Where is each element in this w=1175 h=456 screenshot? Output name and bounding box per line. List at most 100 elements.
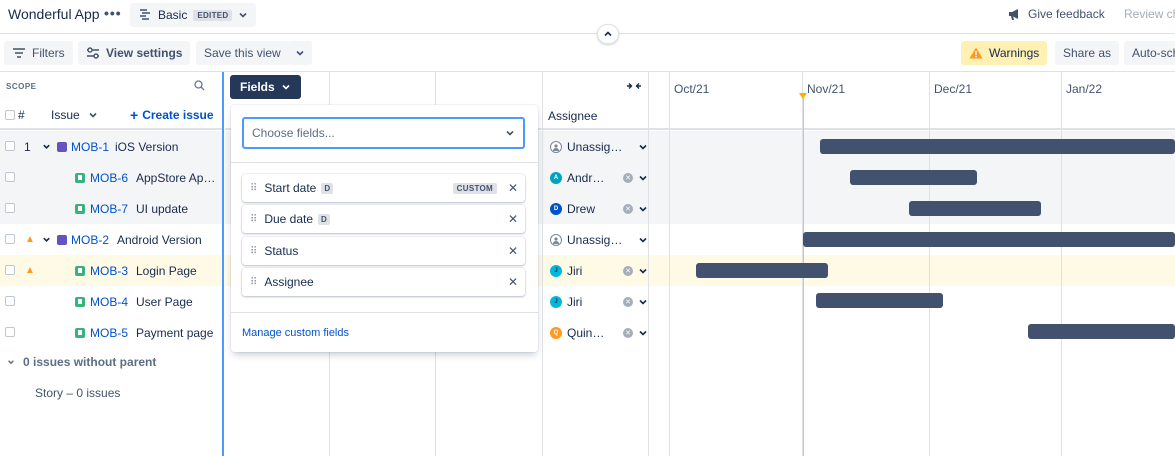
issue-summary: Payment page [136, 325, 214, 340]
view-settings-button[interactable]: View settings [78, 41, 191, 65]
chevron-down-icon[interactable] [638, 297, 648, 307]
row-checkbox[interactable] [5, 203, 15, 213]
field-item-status[interactable]: ⠿ Status ✕ [242, 237, 525, 265]
assignee-cell[interactable]: J Jiri ✕ [550, 286, 648, 317]
epic-icon [57, 141, 67, 152]
issue-key[interactable]: MOB-4 [90, 295, 128, 309]
assignee-cell[interactable]: D Drew ✕ [550, 193, 648, 224]
plan-view-selector[interactable]: Basic EDITED [130, 3, 257, 27]
chevron-down-icon [506, 130, 514, 136]
drag-handle-icon[interactable]: ⠿ [250, 183, 257, 194]
row-checkbox[interactable] [5, 234, 15, 244]
drag-handle-icon[interactable]: ⠿ [250, 277, 257, 288]
assignee-cell[interactable]: Unassig… [550, 131, 648, 162]
issue-key[interactable]: MOB-3 [90, 264, 128, 278]
table-row[interactable]: MOB-4 User Page [0, 286, 222, 317]
clear-icon[interactable]: ✕ [623, 203, 633, 214]
timeline-bar[interactable] [820, 139, 1175, 154]
issues-without-parent-toggle[interactable]: 0 issues without parent [7, 355, 156, 369]
table-row[interactable]: MOB-6 AppStore Ap… [0, 162, 222, 193]
timeline-bar[interactable] [909, 201, 1041, 216]
issue-key[interactable]: MOB-1 [71, 140, 109, 154]
assignee-cell[interactable]: A Andr… ✕ [550, 162, 648, 193]
clear-icon[interactable]: ✕ [623, 265, 633, 276]
issue-column-header[interactable]: Issue [51, 108, 98, 122]
manage-custom-fields-link[interactable]: Manage custom fields [242, 327, 349, 339]
issue-summary: Login Page [136, 263, 197, 278]
auto-schedule-button[interactable]: Auto-sch [1124, 41, 1175, 65]
issue-summary: Android Version [117, 232, 202, 247]
clear-icon[interactable]: ✕ [623, 296, 633, 307]
save-view-dropdown[interactable] [288, 41, 312, 65]
row-checkbox[interactable] [5, 141, 15, 151]
clear-icon[interactable]: ✕ [623, 327, 633, 338]
field-label: Due date [264, 212, 314, 226]
remove-field-icon[interactable]: ✕ [508, 275, 518, 289]
create-issue-button[interactable]: + Create issue [130, 108, 214, 122]
filters-button[interactable]: Filters [4, 41, 73, 65]
remove-field-icon[interactable]: ✕ [508, 212, 518, 226]
month-label: Jan/22 [1066, 82, 1103, 96]
table-row[interactable]: ▲ MOB-3 Login Page [0, 255, 222, 286]
search-icon[interactable] [194, 80, 205, 94]
issue-key[interactable]: MOB-7 [90, 202, 128, 216]
chevron-down-icon[interactable] [42, 142, 51, 151]
give-feedback-button[interactable]: Give feedback [1008, 7, 1105, 21]
chevron-down-icon[interactable] [638, 266, 648, 276]
timeline-bar[interactable] [850, 170, 977, 185]
field-item-assignee[interactable]: ⠿ Assignee ✕ [242, 268, 525, 296]
field-item-start-date[interactable]: ⠿ Start date D CUSTOM ✕ [242, 174, 525, 202]
chevron-down-icon[interactable] [638, 173, 648, 183]
chevron-down-icon[interactable] [638, 235, 648, 245]
field-item-due-date[interactable]: ⠿ Due date D ✕ [242, 205, 525, 233]
chevron-down-icon[interactable] [638, 204, 648, 214]
chevron-down-icon[interactable] [42, 235, 51, 244]
collapse-header-button[interactable] [597, 24, 619, 44]
row-checkbox[interactable] [5, 172, 15, 182]
scope-panel: SCOPE # Issue + Create issue 1 MOB-1 iOS… [0, 72, 224, 456]
more-options-icon[interactable]: ••• [104, 5, 122, 21]
avatar: A [550, 171, 562, 184]
issue-key[interactable]: MOB-2 [71, 233, 109, 247]
row-checkbox[interactable] [5, 327, 15, 337]
chevron-down-icon[interactable] [638, 142, 648, 152]
issue-key[interactable]: MOB-6 [90, 171, 128, 185]
share-as-button[interactable]: Share as [1055, 41, 1120, 65]
assignee-cell[interactable]: Q Quin… ✕ [550, 317, 648, 348]
plus-icon: + [130, 107, 139, 123]
assignee-cell[interactable]: Unassig… [550, 224, 648, 255]
assignee-cell[interactable]: J Jiri ✕ [550, 255, 648, 286]
app-title: Wonderful App [8, 6, 100, 22]
number-column-header: # [18, 108, 25, 122]
review-changes-button[interactable]: Review ch [1124, 7, 1175, 21]
timeline-bar[interactable] [1028, 324, 1175, 339]
issues-without-parent-label: 0 issues without parent [23, 355, 157, 369]
clear-icon[interactable]: ✕ [623, 172, 633, 183]
save-view-button[interactable]: Save this view [196, 41, 289, 65]
drag-handle-icon[interactable]: ⠿ [250, 214, 257, 225]
warning-icon [969, 47, 983, 59]
remove-field-icon[interactable]: ✕ [508, 181, 518, 195]
table-row[interactable]: 1 MOB-1 iOS Version [0, 131, 222, 162]
select-all-checkbox[interactable] [5, 110, 15, 120]
issue-key[interactable]: MOB-5 [90, 326, 128, 340]
table-row[interactable]: ▲ MOB-2 Android Version [0, 224, 222, 255]
epic-icon [57, 234, 67, 245]
collapse-columns-icon[interactable] [626, 80, 642, 95]
timeline-bar[interactable] [803, 232, 1175, 247]
table-row[interactable]: MOB-5 Payment page [0, 317, 222, 348]
remove-field-icon[interactable]: ✕ [508, 244, 518, 258]
fields-button[interactable]: Fields [230, 75, 301, 99]
avatar: D [550, 202, 562, 215]
warnings-button[interactable]: Warnings [961, 41, 1048, 65]
timeline-bar[interactable] [816, 293, 943, 308]
share-as-label: Share as [1063, 46, 1112, 60]
timeline-bar[interactable] [696, 263, 828, 278]
choose-fields-select[interactable]: Choose fields... [242, 117, 525, 149]
row-checkbox[interactable] [5, 296, 15, 306]
plan-icon [140, 9, 150, 20]
drag-handle-icon[interactable]: ⠿ [250, 246, 257, 257]
row-checkbox[interactable] [5, 265, 15, 275]
chevron-down-icon[interactable] [638, 328, 648, 338]
table-row[interactable]: MOB-7 UI update [0, 193, 222, 224]
